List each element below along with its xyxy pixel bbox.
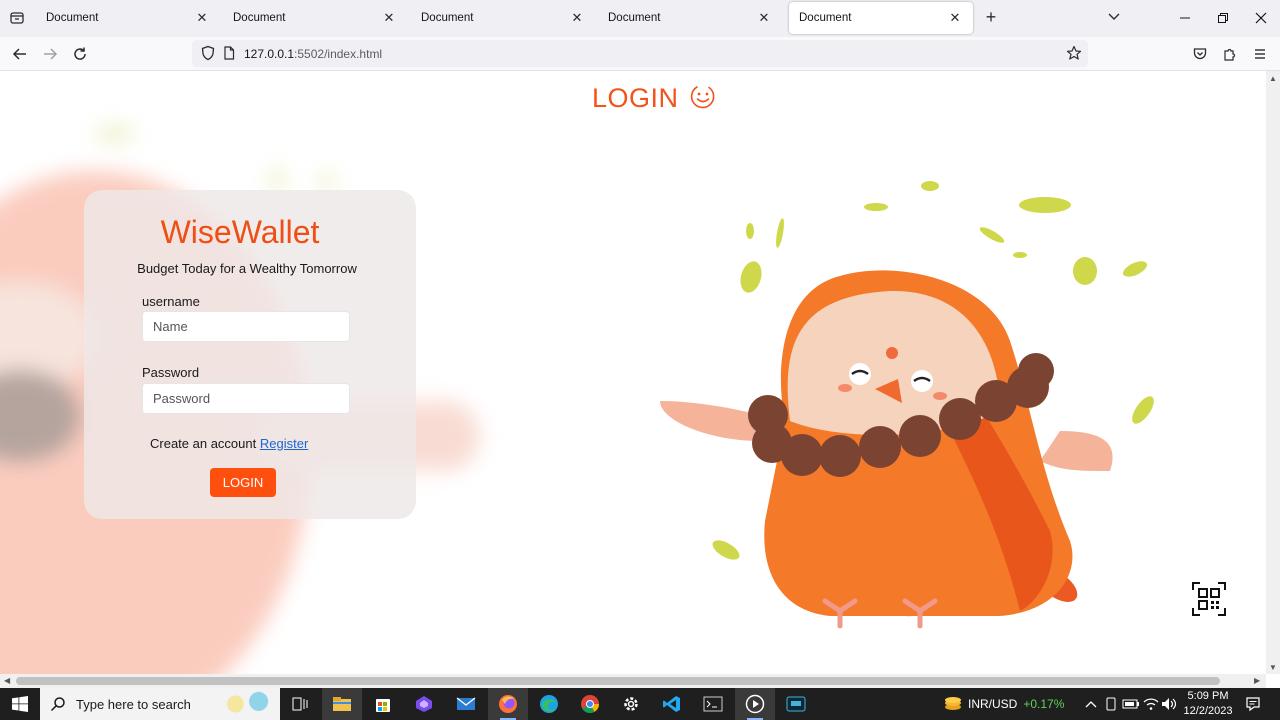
device-icon[interactable]: [1102, 688, 1120, 720]
volume-icon[interactable]: [1160, 688, 1178, 720]
firefox-icon[interactable]: [488, 688, 528, 720]
register-prompt: Create an account: [150, 436, 257, 451]
forward-icon[interactable]: [41, 45, 59, 63]
address-bar[interactable]: 127.0.0.1:5502/index.html: [192, 40, 1088, 67]
tab-strip: Document ✕ Document ✕ Document ✕ Documen…: [0, 0, 1280, 37]
scroll-down-icon[interactable]: ▼: [1269, 663, 1277, 672]
windows-start-icon[interactable]: [0, 688, 40, 720]
qr-code-icon[interactable]: [1192, 582, 1226, 616]
page-title: LOGIN: [592, 83, 679, 113]
new-tab-icon[interactable]: +: [982, 8, 1000, 27]
tab-title: Document: [608, 12, 661, 24]
tab-title: Document: [233, 12, 286, 24]
shield-icon[interactable]: [200, 45, 216, 64]
tagline: Budget Today for a Wealthy Tomorrow: [137, 261, 357, 276]
mascot-illustration: [660, 181, 1154, 629]
brand-name: WiseWallet: [160, 214, 320, 250]
mail-icon[interactable]: [446, 688, 486, 720]
close-tab-icon[interactable]: ✕: [381, 10, 397, 26]
reload-icon[interactable]: [71, 45, 89, 63]
notifications-icon[interactable]: [1240, 688, 1266, 720]
close-tab-icon[interactable]: ✕: [756, 10, 772, 26]
tab-title: Document: [421, 12, 474, 24]
page-header: LOGIN: [592, 83, 717, 114]
horizontal-scrollbar[interactable]: ◀ ▶: [0, 674, 1266, 688]
file-explorer-icon[interactable]: [322, 688, 362, 720]
stock-widget-icon[interactable]: [940, 688, 966, 720]
restore-icon[interactable]: [1214, 9, 1232, 27]
battery-icon[interactable]: [1121, 688, 1141, 720]
url-host: 127.0.0.1: [244, 47, 295, 61]
search-placeholder: Type here to search: [76, 696, 191, 712]
app-window-icon[interactable]: [776, 688, 816, 720]
scrollbar-thumb[interactable]: [16, 677, 1220, 685]
search-icon: [50, 697, 65, 712]
currency-pair: INR/USD: [968, 697, 1018, 711]
username-input[interactable]: [142, 311, 350, 342]
navigation-toolbar: 127.0.0.1:5502/index.html: [0, 37, 1280, 71]
pocket-icon[interactable]: [1191, 45, 1209, 63]
register-row: Create an account Register: [150, 436, 308, 451]
menu-icon[interactable]: [1251, 45, 1269, 63]
scroll-left-icon[interactable]: ◀: [4, 676, 10, 685]
currency-change: +0.17%: [1023, 697, 1065, 711]
tab-1[interactable]: Document ✕: [36, 2, 220, 34]
close-tab-icon[interactable]: ✕: [194, 10, 210, 26]
close-tab-icon[interactable]: ✕: [947, 10, 963, 26]
chrome-icon[interactable]: [570, 688, 610, 720]
system-clock[interactable]: 5:09 PM 12/2/2023: [1178, 689, 1238, 719]
taskbar-search[interactable]: Type here to search: [40, 688, 280, 720]
list-all-tabs-icon[interactable]: [8, 9, 26, 27]
url-path: :5502/index.html: [294, 47, 383, 61]
scroll-right-icon[interactable]: ▶: [1254, 676, 1260, 685]
copilot-app-icon[interactable]: [404, 688, 444, 720]
wifi-icon[interactable]: [1142, 688, 1160, 720]
close-window-icon[interactable]: [1252, 9, 1270, 27]
settings-gear-icon[interactable]: [611, 688, 651, 720]
register-link[interactable]: Register: [260, 436, 308, 451]
windows-taskbar: Type here to search INR/USD +0.17% 5:09 …: [0, 688, 1280, 720]
media-player-icon[interactable]: [735, 688, 775, 720]
tab-2[interactable]: Document ✕: [223, 2, 407, 34]
smiley-icon: [689, 83, 717, 114]
vertical-scrollbar[interactable]: ▲ ▼: [1266, 71, 1280, 674]
stock-widget[interactable]: INR/USD +0.17%: [968, 688, 1078, 720]
tab-title: Document: [46, 12, 99, 24]
terminal-icon[interactable]: [693, 688, 733, 720]
url-text[interactable]: 127.0.0.1:5502/index.html: [244, 47, 382, 61]
chevron-up-icon[interactable]: [1082, 688, 1100, 720]
tab-title: Document: [799, 12, 852, 24]
tab-3[interactable]: Document ✕: [411, 2, 595, 34]
password-label: Password: [142, 365, 200, 380]
scroll-up-icon[interactable]: ▲: [1269, 74, 1277, 83]
clock-time: 5:09 PM: [1187, 690, 1229, 702]
extensions-icon[interactable]: [1221, 45, 1239, 63]
tab-5-active[interactable]: Document ✕: [789, 2, 973, 34]
search-highlight-icon: [218, 691, 276, 717]
login-button[interactable]: LOGIN: [210, 468, 276, 497]
edge-icon[interactable]: [529, 688, 569, 720]
chevron-down-icon[interactable]: [1107, 10, 1125, 28]
close-tab-icon[interactable]: ✕: [569, 10, 585, 26]
password-input[interactable]: [142, 383, 350, 414]
bookmark-star-icon[interactable]: [1066, 45, 1082, 64]
page-icon[interactable]: [222, 46, 236, 63]
microsoft-store-icon[interactable]: [363, 688, 403, 720]
vscode-icon[interactable]: [652, 688, 692, 720]
tab-4[interactable]: Document ✕: [598, 2, 782, 34]
back-icon[interactable]: [11, 45, 29, 63]
username-label: username: [142, 294, 200, 309]
page-viewport: LOGIN WiseWallet Budget Today for a Weal…: [0, 71, 1266, 674]
minimize-icon[interactable]: [1176, 9, 1194, 27]
task-view-icon[interactable]: [280, 688, 320, 720]
login-card: WiseWallet Budget Today for a Wealthy To…: [84, 190, 416, 519]
clock-date: 12/2/2023: [1183, 705, 1233, 717]
